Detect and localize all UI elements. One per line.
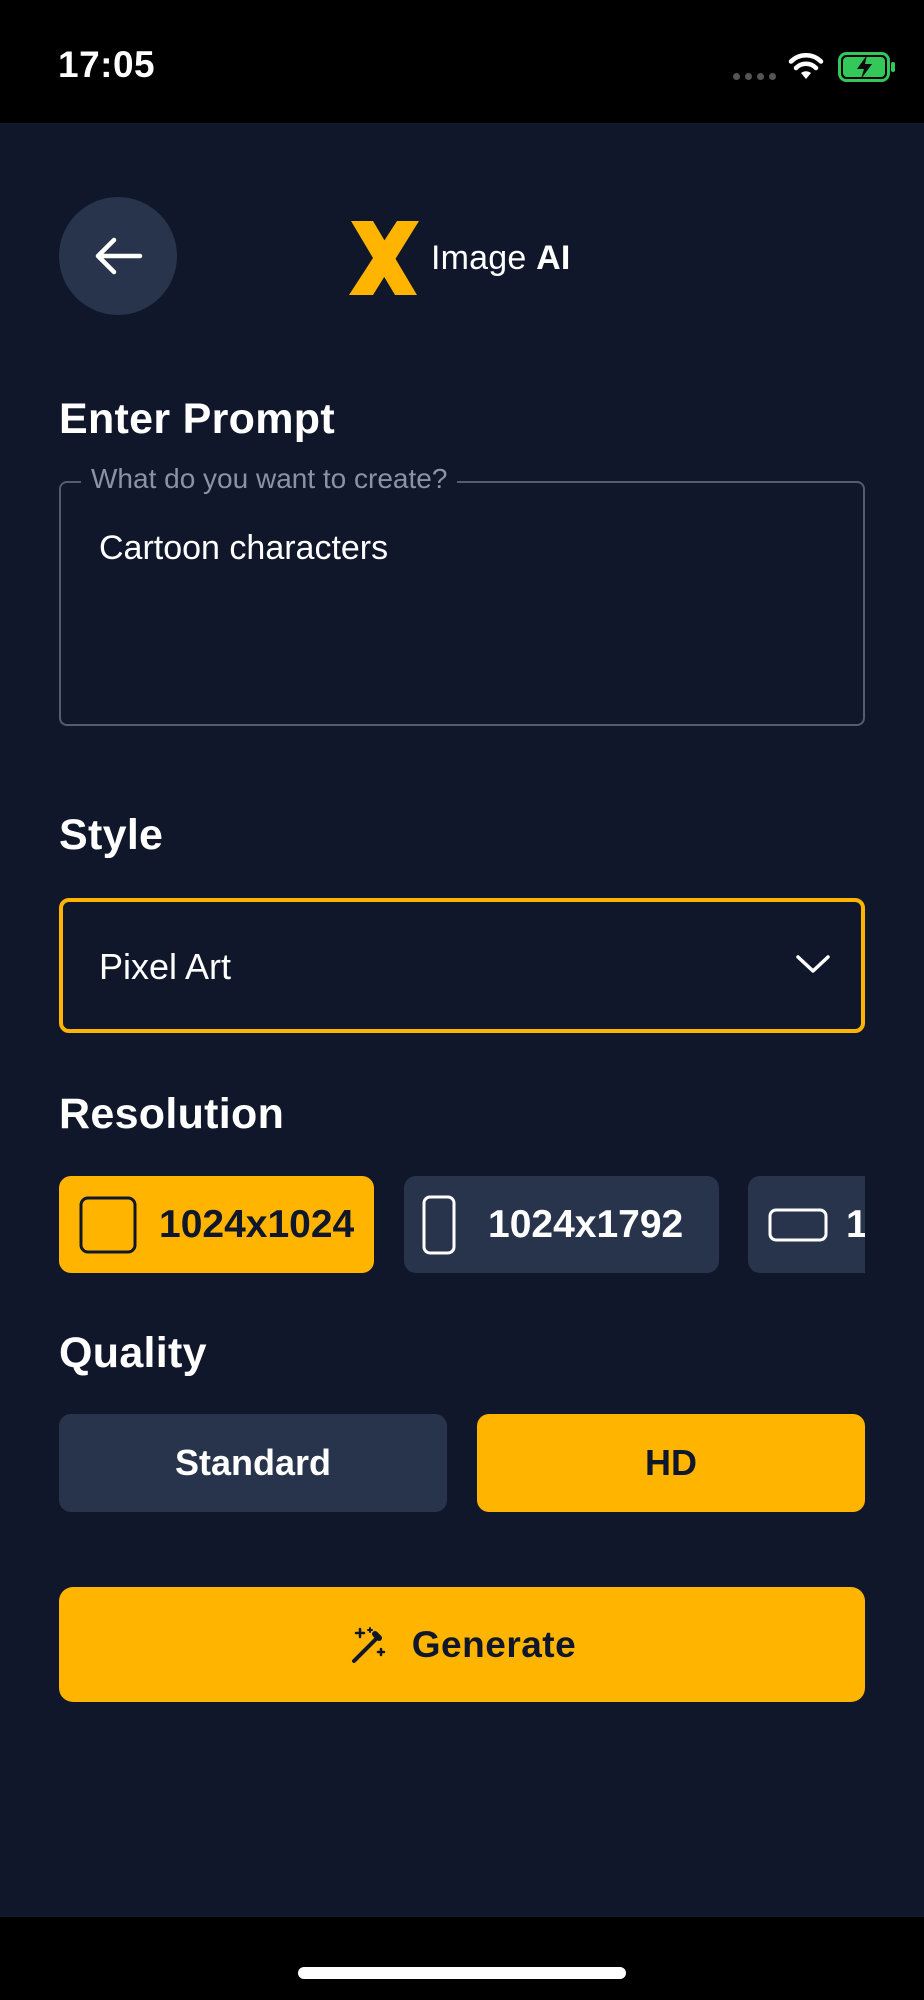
style-dropdown[interactable]: Pixel Art — [59, 898, 865, 1033]
chevron-down-icon — [796, 955, 830, 973]
resolution-label: 1 — [846, 1202, 865, 1246]
quality-standard-button[interactable]: Standard — [59, 1414, 447, 1512]
wifi-icon — [788, 53, 824, 79]
logo-text: Image AI — [431, 239, 571, 278]
status-time: 17:05 — [58, 44, 156, 85]
signal-dots-icon — [733, 73, 776, 80]
resolution-label: 1024x1024 — [159, 1202, 355, 1246]
resolution-section-title: Resolution — [59, 1090, 285, 1138]
style-section-title: Style — [59, 811, 164, 859]
resolution-label: 1024x1792 — [488, 1202, 684, 1246]
logo-text-bold: AI — [536, 238, 571, 277]
back-button[interactable] — [59, 197, 177, 315]
app-logo: Image AI — [345, 218, 571, 298]
magic-wand-icon — [351, 1626, 386, 1663]
resolution-option-landscape[interactable]: 1 — [748, 1176, 865, 1273]
style-selected-value: Pixel Art — [99, 946, 232, 987]
status-bar: 17:05 — [0, 0, 924, 123]
generate-button[interactable]: Generate — [59, 1587, 865, 1702]
square-icon — [79, 1196, 137, 1253]
prompt-input[interactable]: What do you want to create? Cartoon char… — [59, 463, 865, 726]
prompt-label: What do you want to create? — [81, 463, 458, 495]
home-bar — [0, 1917, 924, 2000]
quality-section-title: Quality — [59, 1329, 207, 1377]
arrow-left-icon — [95, 237, 143, 275]
battery-charging-icon — [838, 52, 895, 82]
portrait-icon — [422, 1195, 456, 1254]
logo-x-mark — [349, 221, 419, 295]
landscape-icon — [768, 1208, 828, 1241]
logo-text-regular: Image — [431, 238, 537, 277]
prompt-value: Cartoon characters — [99, 529, 389, 567]
resolution-option-portrait[interactable]: 1024x1792 — [404, 1176, 719, 1273]
home-indicator[interactable] — [298, 1967, 626, 1979]
prompt-section-title: Enter Prompt — [59, 395, 335, 443]
resolution-options[interactable]: 1024x1024 1024x1792 1 — [59, 1176, 865, 1273]
quality-hd-button[interactable]: HD — [477, 1414, 865, 1512]
generate-label: Generate — [411, 1623, 577, 1665]
resolution-option-square[interactable]: 1024x1024 — [59, 1176, 374, 1273]
